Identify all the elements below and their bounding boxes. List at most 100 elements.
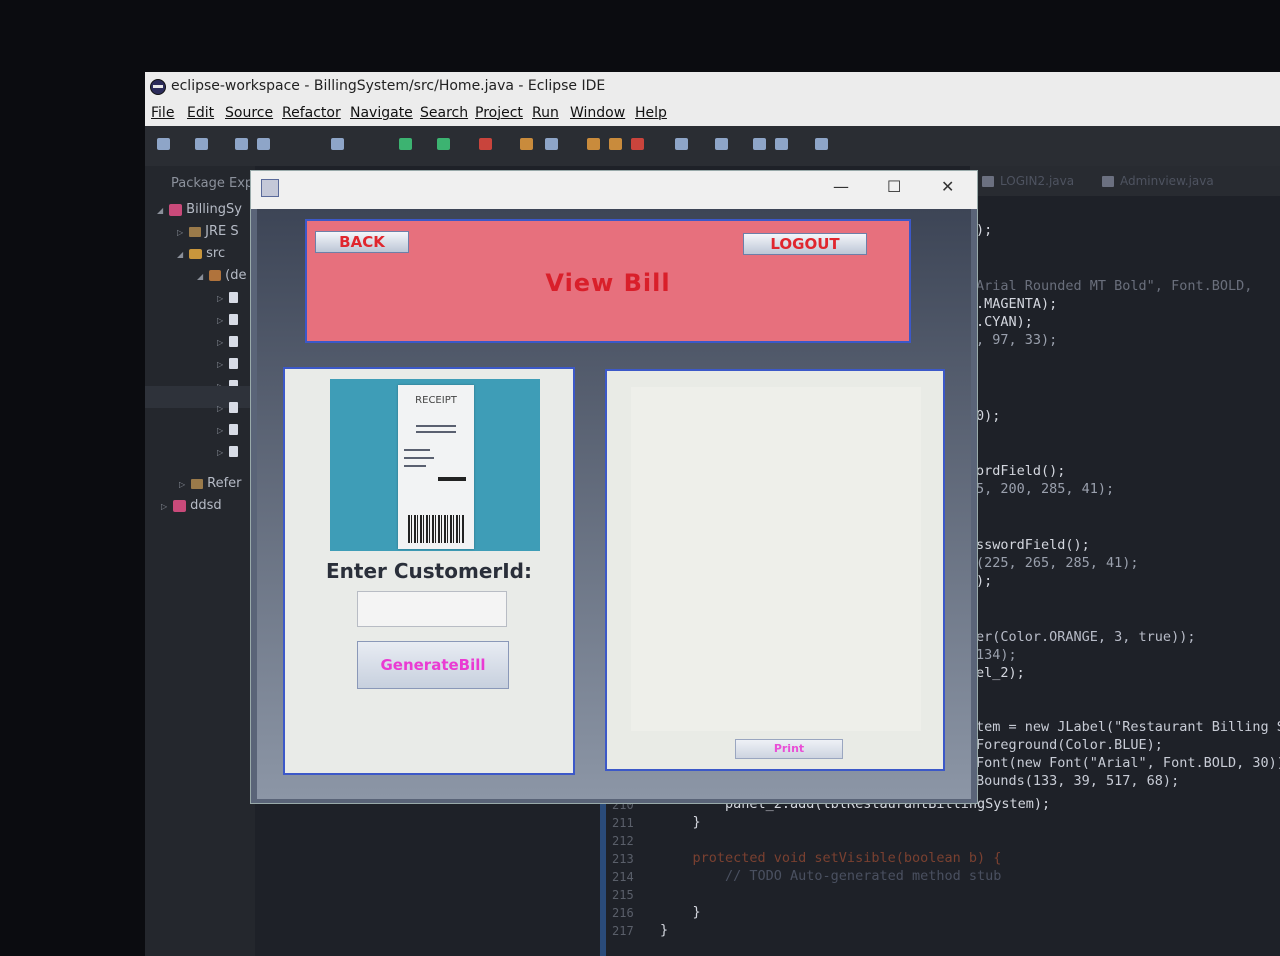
menu-search[interactable]: Search bbox=[420, 100, 468, 126]
tree-file[interactable]: ▷ bbox=[217, 288, 239, 308]
eclipse-icon bbox=[150, 79, 166, 95]
menu-project[interactable]: Project bbox=[475, 100, 523, 126]
forward-nav-icon[interactable] bbox=[815, 138, 828, 150]
pin-icon[interactable] bbox=[675, 138, 688, 150]
package-icon bbox=[209, 270, 222, 281]
code-line: } bbox=[660, 922, 669, 938]
save-icon[interactable] bbox=[235, 138, 248, 150]
logout-button[interactable]: LOGOUT bbox=[743, 233, 867, 255]
save-all-icon[interactable] bbox=[257, 138, 270, 150]
barcode-icon bbox=[408, 515, 464, 543]
menu-run[interactable]: Run bbox=[532, 100, 559, 126]
tree-file[interactable]: ▷ bbox=[217, 332, 239, 352]
menu-help[interactable]: Help bbox=[635, 100, 667, 126]
code-line: Font(new Font("Arial", Font.BOLD, 30)) bbox=[976, 755, 1280, 771]
code-line: .MAGENTA); bbox=[976, 296, 1058, 312]
debug-icon[interactable] bbox=[331, 138, 344, 150]
menu-edit[interactable]: Edit bbox=[187, 100, 214, 126]
library-icon bbox=[189, 226, 202, 237]
menu-navigate[interactable]: Navigate bbox=[350, 100, 413, 126]
code-line: Foreground(Color.BLUE); bbox=[976, 737, 1163, 753]
code-line: } bbox=[660, 904, 701, 920]
folder-icon bbox=[189, 248, 203, 259]
back-history-icon[interactable] bbox=[775, 138, 788, 150]
refresh-icon[interactable] bbox=[545, 138, 558, 150]
tree-default-package[interactable]: ◢ (de bbox=[197, 266, 246, 286]
tree-project-ddsd[interactable]: ▷ ddsd bbox=[161, 496, 222, 516]
menu-file[interactable]: File bbox=[151, 100, 174, 126]
open-icon[interactable] bbox=[195, 138, 208, 150]
new-icon[interactable] bbox=[157, 138, 170, 150]
tree-file[interactable]: ▷ bbox=[217, 442, 239, 462]
receipt-image: RECEIPT bbox=[330, 379, 540, 551]
back-button[interactable]: BACK bbox=[315, 231, 409, 253]
menu-source[interactable]: Source bbox=[225, 100, 273, 126]
code-line: Arial Rounded MT Bold", Font.BOLD, bbox=[976, 278, 1253, 294]
dialog-titlebar: — ☐ ✕ bbox=[251, 171, 977, 209]
tree-project-billing[interactable]: ◢ BillingSy bbox=[157, 200, 242, 220]
editor-gutter bbox=[600, 794, 606, 956]
code-line: er(Color.ORANGE, 3, true)); bbox=[976, 629, 1196, 645]
line-number: 213 bbox=[612, 852, 634, 866]
tab-adminview[interactable]: Adminview.java bbox=[1102, 174, 1214, 188]
java-file-icon bbox=[229, 314, 239, 325]
java-file-icon bbox=[229, 358, 239, 369]
customer-id-input[interactable] bbox=[357, 591, 507, 627]
code-line: 134); bbox=[976, 647, 1017, 663]
line-number: 211 bbox=[612, 816, 634, 830]
tree-jre[interactable]: ▷ JRE S bbox=[177, 222, 239, 242]
menu-refactor[interactable]: Refactor bbox=[282, 100, 341, 126]
line-number: 215 bbox=[612, 888, 634, 902]
run-config-icon[interactable] bbox=[437, 138, 450, 150]
code-line: .CYAN); bbox=[976, 314, 1033, 330]
line-number: 216 bbox=[612, 906, 634, 920]
run-icon[interactable] bbox=[399, 138, 412, 150]
java-file-icon bbox=[229, 336, 239, 347]
code-line: (225, 265, 285, 41); bbox=[976, 555, 1139, 571]
external-tools-icon[interactable] bbox=[479, 138, 492, 150]
brush-icon[interactable] bbox=[631, 138, 644, 150]
eclipse-titlebar: eclipse-workspace - BillingSystem/src/Ho… bbox=[145, 72, 1280, 100]
code-line: 5, 200, 285, 41); bbox=[976, 481, 1115, 497]
code-line: , 97, 33); bbox=[976, 332, 1058, 348]
java-file-icon bbox=[229, 424, 239, 435]
open-task-icon[interactable] bbox=[609, 138, 622, 150]
maximize-icon[interactable]: ☐ bbox=[887, 177, 901, 196]
code-line: } bbox=[660, 814, 701, 830]
menu-window[interactable]: Window bbox=[570, 100, 625, 126]
java-file-icon bbox=[982, 176, 994, 187]
code-editor-bottom[interactable]: 210 panel_2.add(lblRestaurantBillingSyst… bbox=[600, 794, 1280, 956]
print-button[interactable]: Print bbox=[735, 739, 843, 759]
tree-file[interactable]: ▷ bbox=[217, 398, 239, 418]
library-icon bbox=[191, 478, 204, 489]
tree-file[interactable]: ▷ bbox=[217, 420, 239, 440]
customer-id-label: Enter CustomerId: bbox=[326, 559, 532, 583]
tree-selected-row[interactable] bbox=[145, 386, 255, 408]
bill-text-area[interactable] bbox=[631, 387, 921, 731]
back-nav-icon[interactable] bbox=[753, 138, 766, 150]
code-line: Bounds(133, 39, 517, 68); bbox=[976, 773, 1180, 789]
open-type-icon[interactable] bbox=[587, 138, 600, 150]
minimize-icon[interactable]: — bbox=[833, 177, 849, 196]
close-icon[interactable]: ✕ bbox=[941, 177, 954, 196]
eclipse-toolbar bbox=[145, 126, 1280, 166]
generate-bill-button[interactable]: GenerateBill bbox=[357, 641, 509, 689]
tree-src[interactable]: ◢ src bbox=[177, 244, 225, 264]
header-panel: BACK LOGOUT View Bill bbox=[305, 219, 911, 343]
tab-login2[interactable]: LOGIN2.java bbox=[982, 174, 1074, 188]
editor-tabs: LOGIN2.java Adminview.java bbox=[970, 166, 1280, 196]
line-number: 217 bbox=[612, 924, 634, 938]
code-line: tem = new JLabel("Restaurant Billing S bbox=[976, 719, 1280, 735]
new-class-icon[interactable] bbox=[520, 138, 533, 150]
tree-referenced-libraries[interactable]: ▷ Refer bbox=[179, 474, 242, 494]
code-line: el_2); bbox=[976, 665, 1025, 681]
tree-file[interactable]: ▷ bbox=[217, 354, 239, 374]
package-explorer-title[interactable]: Package Exp bbox=[171, 174, 253, 194]
receipt-label: RECEIPT bbox=[415, 395, 457, 406]
java-file-icon bbox=[1102, 176, 1114, 187]
java-file-icon bbox=[229, 402, 239, 413]
annotation-icon[interactable] bbox=[715, 138, 728, 150]
project-icon bbox=[173, 499, 187, 512]
code-line: protected void setVisible(boolean b) { bbox=[660, 850, 1002, 866]
tree-file[interactable]: ▷ bbox=[217, 310, 239, 330]
